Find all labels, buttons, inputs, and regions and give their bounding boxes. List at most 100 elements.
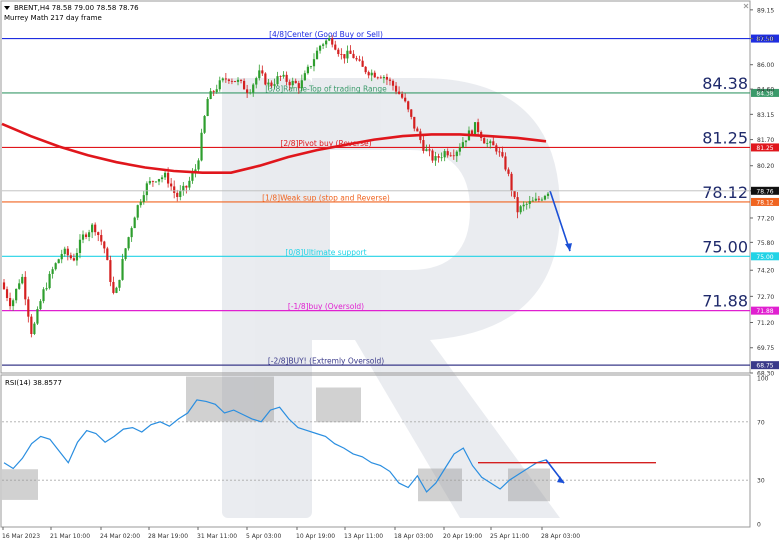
candle-body xyxy=(182,185,185,191)
candle-body xyxy=(100,235,103,242)
candle-body xyxy=(118,279,121,288)
candle-body xyxy=(48,273,51,289)
close-icon[interactable] xyxy=(743,3,749,9)
candle-body xyxy=(191,172,194,181)
candle-body xyxy=(458,147,461,152)
candle-body xyxy=(78,239,82,253)
candle-body xyxy=(537,198,540,200)
time-tick-label: 13 Apr 11:00 xyxy=(344,533,383,540)
candle-body xyxy=(139,201,142,206)
candle-body xyxy=(373,72,376,78)
candle-body xyxy=(525,203,528,205)
candle-body xyxy=(57,259,60,264)
candle-body xyxy=(60,253,63,260)
time-tick-label: 20 Apr 19:00 xyxy=(443,533,482,540)
candle-body xyxy=(337,49,340,55)
candle-body xyxy=(349,50,352,54)
candle-body xyxy=(297,83,300,89)
candle-body xyxy=(63,248,66,254)
rsi-zone-box xyxy=(2,469,38,500)
candle-body xyxy=(318,45,322,51)
candle-body xyxy=(276,76,279,85)
rsi-tick-label: 70 xyxy=(757,419,765,426)
candle-body xyxy=(449,155,452,157)
candle-body xyxy=(167,172,170,184)
candle-body xyxy=(27,299,30,317)
candle-body xyxy=(112,281,115,293)
candle-body xyxy=(136,205,139,218)
candle-body xyxy=(179,190,182,198)
candle-body xyxy=(267,82,270,85)
candle-body xyxy=(452,155,455,157)
candle-body xyxy=(54,263,57,270)
candle-body xyxy=(507,169,510,174)
time-tick-label: 18 Apr 03:00 xyxy=(394,533,433,540)
candle-body xyxy=(106,248,109,261)
candle-body xyxy=(391,80,395,86)
candle-body xyxy=(397,91,401,94)
candle-body xyxy=(261,70,264,74)
price-tag: 71.88 xyxy=(756,308,773,315)
rsi-tick-label: 0 xyxy=(757,522,761,529)
candle-body xyxy=(440,157,443,159)
candle-body xyxy=(255,78,258,85)
candle-body xyxy=(388,79,392,81)
candle-body xyxy=(203,116,206,133)
candle-body xyxy=(340,54,343,55)
price-tick-label: 71.20 xyxy=(757,320,774,327)
level-big-value: 78.12 xyxy=(702,183,748,202)
candle-body xyxy=(322,44,325,46)
rsi-zone-box xyxy=(418,468,462,502)
candle-body xyxy=(309,66,313,68)
candle-body xyxy=(258,70,261,79)
candle-body xyxy=(358,59,361,61)
candle-body xyxy=(230,80,234,82)
rsi-forecast-arrow-head xyxy=(557,476,564,484)
candle-body xyxy=(370,72,373,76)
candle-body xyxy=(69,255,72,259)
candle-body xyxy=(522,204,525,207)
candle-body xyxy=(157,179,161,182)
candle-body xyxy=(343,54,346,59)
price-tick-label: 87.50 xyxy=(757,36,774,43)
price-tag: 78.12 xyxy=(756,199,773,206)
candle-body xyxy=(273,84,276,86)
candle-body xyxy=(36,309,39,324)
candle-body xyxy=(212,91,215,92)
candle-body xyxy=(325,40,328,45)
candle-body xyxy=(379,77,382,79)
level-label: [-1/8]buy (Oversold) xyxy=(288,302,364,311)
candle-body xyxy=(410,109,413,117)
candle-body xyxy=(331,38,334,45)
candle-body xyxy=(328,38,331,41)
candle-body xyxy=(12,300,15,307)
candle-body xyxy=(489,141,492,144)
price-tick-label: 83.15 xyxy=(757,112,774,119)
candle-body xyxy=(279,76,282,77)
candle-body xyxy=(477,122,480,133)
candle-body xyxy=(188,180,191,188)
candle-body xyxy=(401,93,404,98)
candle-body xyxy=(428,149,431,151)
candle-body xyxy=(519,206,522,213)
dropdown-triangle-icon[interactable] xyxy=(4,6,10,10)
candle-body xyxy=(185,185,188,188)
candle-body xyxy=(209,91,212,99)
price-tick-label: 89.15 xyxy=(757,7,774,14)
candle-body xyxy=(170,183,173,187)
candle-body xyxy=(151,181,155,182)
candle-body xyxy=(495,145,498,152)
watermark-logo xyxy=(222,78,560,518)
candle-body xyxy=(15,288,18,301)
price-tick-label: 84.60 xyxy=(757,87,774,94)
candle-body xyxy=(160,177,164,180)
candle-body xyxy=(367,72,370,76)
candle-body xyxy=(215,89,218,92)
candle-body xyxy=(376,77,379,79)
candle-body xyxy=(291,80,294,86)
candle-body xyxy=(197,160,200,170)
candle-body xyxy=(355,58,358,60)
price-tick-label: 75.80 xyxy=(757,240,774,247)
time-tick-label: 31 Mar 11:00 xyxy=(197,533,237,540)
candle-body xyxy=(145,183,148,196)
